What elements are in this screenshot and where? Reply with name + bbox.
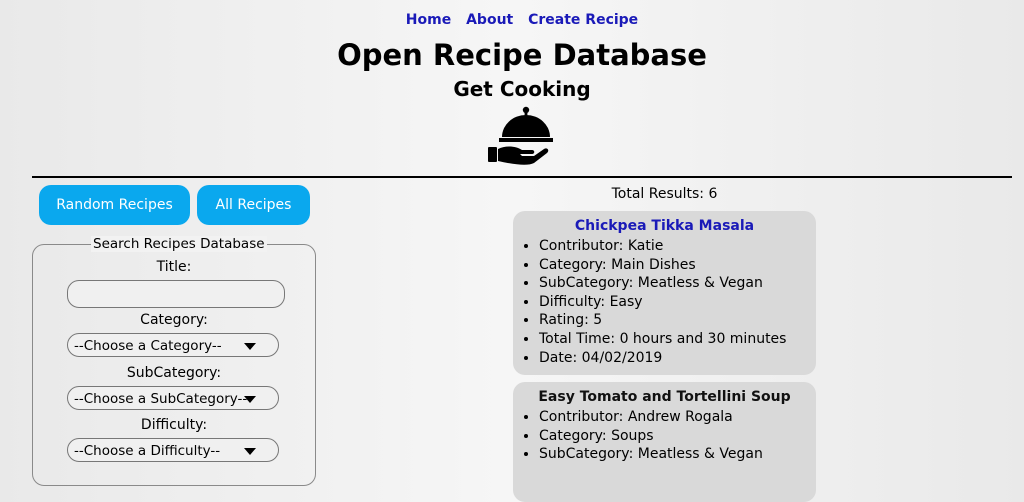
caret-down-icon	[244, 448, 256, 455]
recipe-card: Easy Tomato and Tortellini Soup Contribu…	[513, 382, 816, 502]
search-form: Search Recipes Database Title: Category:…	[32, 236, 316, 486]
title-input[interactable]	[67, 280, 285, 308]
recipe-total-time: Total Time: 0 hours and 30 minutes	[539, 330, 816, 349]
page-title: Open Recipe Database	[337, 38, 707, 72]
serving-cloche-hand-icon	[488, 106, 553, 165]
title-label: Title:	[156, 259, 192, 275]
recipe-subcategory: SubCategory: Meatless & Vegan	[539, 445, 816, 464]
category-label: Category:	[140, 312, 208, 328]
difficulty-select-value: --Choose a Difficulty--	[74, 443, 221, 459]
recipe-card: Chickpea Tikka Masala Contributor: Katie…	[513, 211, 816, 375]
recipe-category: Category: Soups	[539, 427, 816, 446]
caret-down-icon	[244, 396, 256, 403]
top-nav: Home About Create Recipe	[0, 12, 1024, 28]
total-results: Total Results: 6	[611, 186, 718, 202]
nav-create-recipe-link[interactable]: Create Recipe	[528, 12, 638, 28]
all-recipes-button[interactable]: All Recipes	[197, 185, 310, 225]
search-legend: Search Recipes Database	[91, 236, 267, 252]
subcategory-select[interactable]: --Choose a SubCategory--	[67, 386, 279, 410]
recipe-difficulty: Difficulty: Easy	[539, 293, 816, 312]
recipe-category: Category: Main Dishes	[539, 256, 816, 275]
recipe-contributor: Contributor: Andrew Rogala	[539, 408, 816, 427]
caret-down-icon	[244, 343, 256, 350]
page-subtitle: Get Cooking	[453, 77, 591, 101]
recipe-title-link[interactable]: Chickpea Tikka Masala	[513, 218, 816, 237]
recipe-details: Contributor: Katie Category: Main Dishes…	[513, 237, 816, 367]
recipe-details: Contributor: Andrew Rogala Category: Sou…	[513, 408, 816, 464]
recipe-title: Easy Tomato and Tortellini Soup	[538, 389, 791, 405]
random-recipes-button[interactable]: Random Recipes	[39, 185, 190, 225]
difficulty-select[interactable]: --Choose a Difficulty--	[67, 438, 279, 462]
recipe-contributor: Contributor: Katie	[539, 237, 816, 256]
recipe-date: Date: 04/02/2019	[539, 349, 816, 368]
category-select-value: --Choose a Category--	[74, 338, 222, 354]
nav-home-link[interactable]: Home	[406, 12, 451, 28]
recipe-rating: Rating: 5	[539, 311, 816, 330]
recipe-subcategory: SubCategory: Meatless & Vegan	[539, 274, 816, 293]
header-divider	[32, 176, 1012, 178]
category-select[interactable]: --Choose a Category--	[67, 333, 279, 357]
subcategory-select-value: --Choose a SubCategory--	[74, 391, 248, 407]
difficulty-label: Difficulty:	[140, 417, 208, 433]
subcategory-label: SubCategory:	[126, 365, 222, 381]
nav-about-link[interactable]: About	[466, 12, 513, 28]
